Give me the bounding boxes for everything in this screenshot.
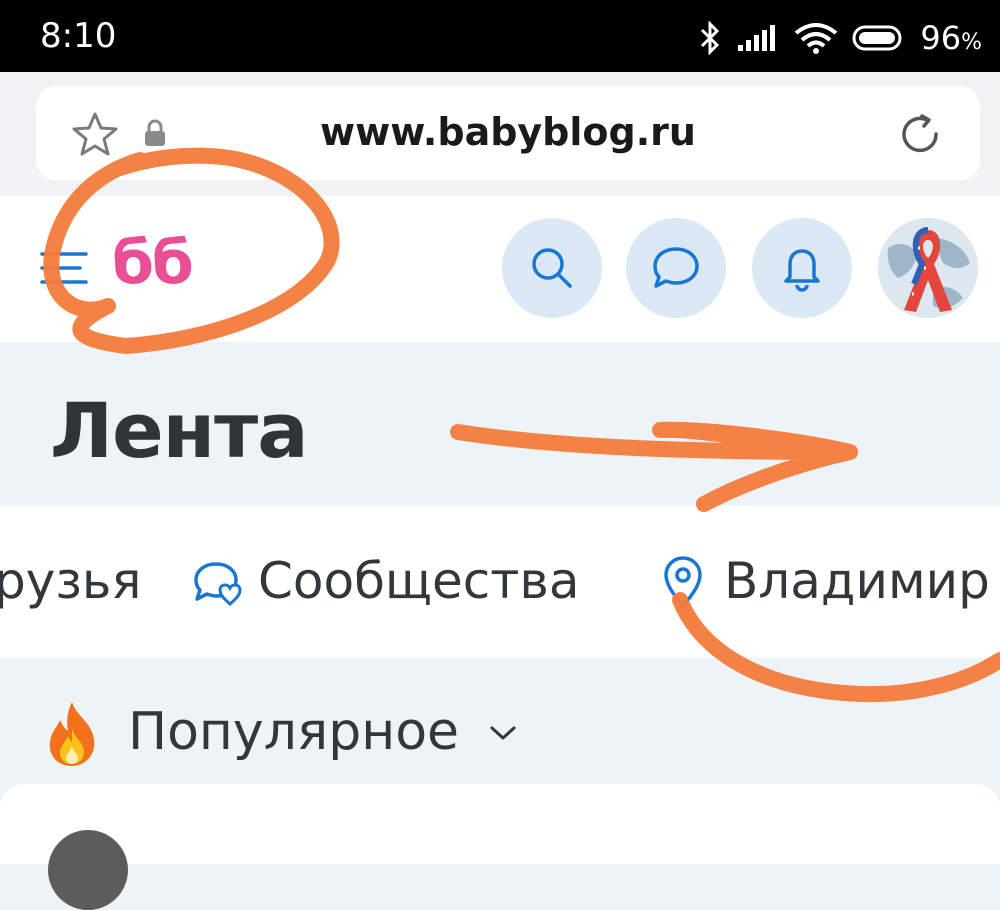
notifications-button[interactable] <box>752 218 852 318</box>
bluetooth-icon <box>701 21 720 55</box>
feed-tabs: рузья Сообщества Владимир <box>0 506 1000 658</box>
site-logo[interactable]: бб <box>112 228 194 298</box>
site-header: бб <box>0 196 1000 342</box>
status-bar: 8:10 96% <box>0 0 1000 72</box>
search-button[interactable] <box>502 218 602 318</box>
signal-icon <box>738 25 776 51</box>
url-text[interactable]: www.babyblog.ru <box>36 110 980 154</box>
title-band: Лента <box>0 342 1000 506</box>
community-icon <box>194 562 242 606</box>
section-title[interactable]: Популярное <box>128 702 459 762</box>
bell-icon <box>784 249 820 292</box>
user-avatar[interactable] <box>878 218 978 318</box>
messages-button[interactable] <box>626 218 726 318</box>
menu-icon[interactable] <box>40 248 92 288</box>
chevron-down-icon[interactable] <box>488 724 518 742</box>
fire-icon <box>49 702 95 766</box>
status-time: 8:10 <box>40 16 117 56</box>
tab-friends[interactable]: рузья <box>0 552 141 610</box>
awareness-ribbon-globe-icon <box>878 218 978 318</box>
battery-icon <box>852 25 902 51</box>
battery-percent: 96% <box>920 19 982 57</box>
tab-city[interactable]: Владимир <box>724 552 990 610</box>
post-card[interactable] <box>0 784 1000 910</box>
post-author-avatar[interactable] <box>48 830 128 910</box>
chat-bubble-icon <box>653 247 699 288</box>
tab-communities[interactable]: Сообщества <box>258 552 580 610</box>
wifi-icon <box>795 23 838 54</box>
address-bar[interactable]: www.babyblog.ru <box>36 86 980 180</box>
page-title: Лента <box>50 386 309 475</box>
location-pin-icon <box>664 556 702 608</box>
search-icon <box>532 248 572 288</box>
feed-section-header[interactable]: Популярное <box>0 658 1000 788</box>
reload-icon[interactable] <box>898 112 944 158</box>
